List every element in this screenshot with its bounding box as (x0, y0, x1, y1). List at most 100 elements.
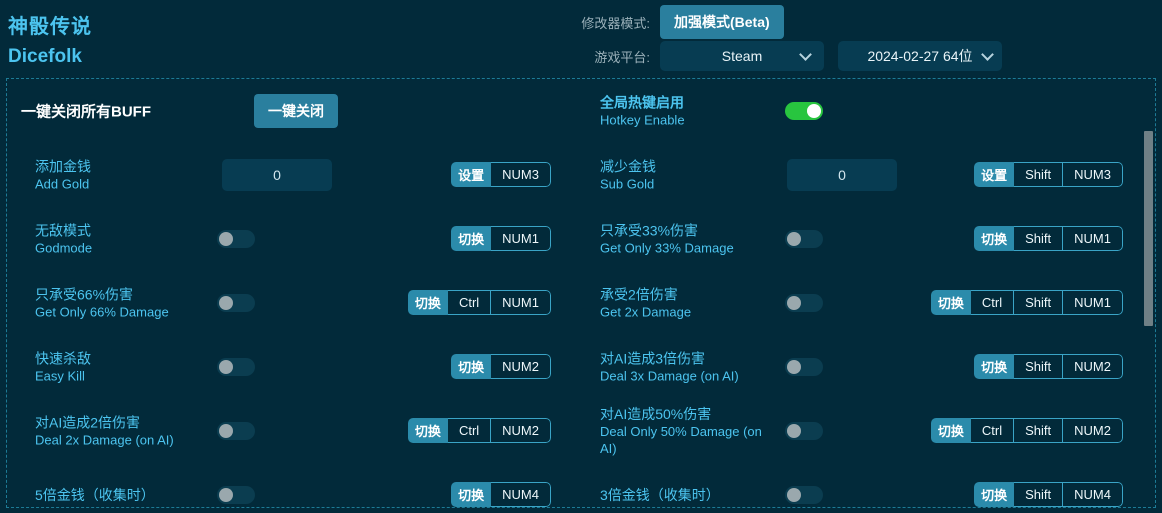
cheat-label: 只承受33%伤害 Get Only 33% Damage (600, 222, 780, 257)
all-buff-label: 一键关闭所有BUFF (21, 103, 151, 121)
hotkey-keys: Ctrl Shift NUM1 (970, 290, 1123, 315)
cheat-label-cn: 3倍金钱（收集时） (600, 487, 720, 503)
hotkey-binding[interactable]: 切换 NUM2 (451, 354, 551, 379)
cheat-label-cn: 快速杀敌 (35, 350, 91, 367)
cheat-label-cn: 5倍金钱（收集时） (35, 487, 155, 503)
toggle-knob (787, 232, 801, 246)
hotkey-enable-toggle[interactable] (785, 102, 823, 120)
vertical-scrollbar[interactable] (1144, 79, 1153, 507)
hotkey-keys: NUM4 (491, 482, 551, 507)
hotkey-action-label: 切换 (407, 418, 448, 443)
cheat-row: 对AI造成2倍伤害 Deal 2x Damage (on AI) 切换 Ctrl NUM… (7, 399, 582, 463)
cheat-toggle[interactable] (785, 422, 823, 440)
cheat-label: 无敌模式 Godmode (35, 222, 215, 257)
cheat-toggle[interactable] (217, 358, 255, 376)
hotkey-binding[interactable]: 切换 Ctrl Shift NUM2 (930, 418, 1123, 443)
hotkey-binding[interactable]: 设置 Shift NUM3 (974, 162, 1123, 187)
cheat-toggle[interactable] (217, 422, 255, 440)
hotkey-enable-row: 全局热键启用 Hotkey Enable (582, 79, 1147, 143)
cheat-label: 减少金钱 Sub Gold (600, 158, 780, 193)
hotkey-keys: Ctrl NUM2 (447, 418, 551, 443)
cheat-toggle[interactable] (217, 230, 255, 248)
toggle-knob (219, 296, 233, 310)
hotkey-key: Shift (1014, 482, 1064, 507)
hotkey-action-label: 切换 (451, 226, 492, 251)
hotkey-key: NUM2 (491, 418, 551, 443)
mode-row: 修改器模式: 加强模式(Beta) (562, 5, 784, 39)
hotkey-key: Ctrl (970, 418, 1015, 443)
cheat-toggle[interactable] (785, 486, 823, 504)
cheat-list-panel: 一键关闭所有BUFF 一键关闭 全局热键启用 Hotkey Enable 添加金… (6, 78, 1156, 508)
cheat-row: 只承受66%伤害 Get Only 66% Damage 切换 Ctrl NUM1 (7, 271, 582, 335)
cheat-label-cn: 添加金钱 (35, 158, 91, 175)
cheat-row: 对AI造成3倍伤害 Deal 3x Damage (on AI) 切换 Shift NU… (582, 335, 1147, 399)
cheat-value-input[interactable] (222, 159, 332, 191)
cheat-label-en: Add Gold (35, 176, 90, 192)
hotkey-key: Ctrl (970, 290, 1015, 315)
hotkey-binding[interactable]: 切换 NUM4 (451, 482, 551, 507)
trainer-mode-button[interactable]: 加强模式(Beta) (660, 5, 784, 39)
hotkey-binding[interactable]: 切换 Ctrl NUM1 (407, 290, 551, 315)
platform-row: 游戏平台: Steam 2024-02-27 64位 (562, 41, 1002, 71)
version-select[interactable]: 2024-02-27 64位 (838, 41, 1002, 71)
hotkey-action-label: 设置 (451, 162, 492, 187)
hotkey-binding[interactable]: 切换 Ctrl Shift NUM1 (930, 290, 1123, 315)
hotkey-key: NUM3 (1063, 162, 1123, 187)
cheat-toggle[interactable] (217, 486, 255, 504)
cheat-label-en: Deal 3x Damage (on AI) (600, 368, 739, 384)
trainer-window: 神骰传说 Dicefolk 修改器模式: 加强模式(Beta) 游戏平台: St… (0, 0, 1162, 513)
platform-select[interactable]: Steam (660, 41, 824, 71)
cheat-row: 对AI造成50%伤害 Deal Only 50% Damage (on AI) 切换… (582, 399, 1147, 463)
platform-select-value: Steam (721, 48, 763, 64)
hotkey-key: Shift (1014, 418, 1064, 443)
hotkey-action-label: 切换 (974, 354, 1015, 379)
hotkey-enable-label-cn: 全局热键启用 (600, 94, 684, 111)
hotkey-keys: Ctrl NUM1 (447, 290, 551, 315)
cheat-label: 承受2倍伤害 Get 2x Damage (600, 286, 780, 321)
hotkey-action-label: 切换 (451, 482, 492, 507)
cheat-label-en: Deal 2x Damage (on AI) (35, 432, 174, 448)
cheat-label-en: Godmode (35, 240, 93, 256)
hotkey-key: Ctrl (447, 290, 492, 315)
hotkey-binding[interactable]: 设置 NUM3 (451, 162, 551, 187)
hotkey-enable-label: 全局热键启用 Hotkey Enable (600, 94, 780, 129)
hotkey-key: Shift (1014, 354, 1064, 379)
hotkey-key: Shift (1014, 162, 1064, 187)
hotkey-keys: Shift NUM4 (1014, 482, 1123, 507)
cheat-label: 3倍金钱（收集时） (600, 486, 780, 504)
cheat-label: 对AI造成2倍伤害 Deal 2x Damage (on AI) (35, 414, 215, 449)
toggle-knob (787, 296, 801, 310)
cheat-row: 添加金钱Add Gold 设置NUM3 (7, 143, 582, 207)
toggle-knob (807, 104, 821, 118)
hotkey-key: NUM1 (491, 226, 551, 251)
cheat-label-cn: 对AI造成50%伤害 (600, 406, 712, 422)
cheat-label: 对AI造成3倍伤害 Deal 3x Damage (on AI) (600, 350, 780, 385)
cheat-toggle[interactable] (217, 294, 255, 312)
hotkey-key: NUM2 (491, 354, 551, 379)
hotkey-binding[interactable]: 切换 Shift NUM2 (974, 354, 1123, 379)
cheat-label-cn: 无敌模式 (35, 222, 91, 239)
cheat-toggle[interactable] (785, 358, 823, 376)
chevron-down-icon (981, 48, 994, 61)
hotkey-action-label: 切换 (407, 290, 448, 315)
hotkey-key: NUM2 (1063, 418, 1123, 443)
cheat-label: 对AI造成50%伤害 Deal Only 50% Damage (on AI) (600, 405, 780, 457)
cheat-row: 快速杀敌 Easy Kill 切换 NUM2 (7, 335, 582, 399)
cheat-label-en: Deal Only 50% Damage (on AI) (600, 424, 762, 456)
hotkey-binding[interactable]: 切换 Shift NUM1 (974, 226, 1123, 251)
cheat-value-input[interactable] (787, 159, 897, 191)
cheat-toggle[interactable] (785, 294, 823, 312)
cheat-row: 3倍金钱（收集时） 切换 Shift NUM4 (582, 463, 1147, 507)
hotkey-keys: Shift NUM2 (1014, 354, 1123, 379)
hotkey-key: NUM1 (491, 290, 551, 315)
all-buff-close-button[interactable]: 一键关闭 (254, 94, 338, 128)
scrollbar-thumb[interactable] (1144, 131, 1153, 326)
hotkey-keys: Ctrl Shift NUM2 (970, 418, 1123, 443)
toggle-knob (219, 232, 233, 246)
hotkey-key: NUM4 (1063, 482, 1123, 507)
cheat-toggle[interactable] (785, 230, 823, 248)
hotkey-binding[interactable]: 切换 Ctrl NUM2 (407, 418, 551, 443)
hotkey-keys: NUM3 (491, 162, 551, 187)
hotkey-binding[interactable]: 切换 NUM1 (451, 226, 551, 251)
hotkey-binding[interactable]: 切换 Shift NUM4 (974, 482, 1123, 507)
